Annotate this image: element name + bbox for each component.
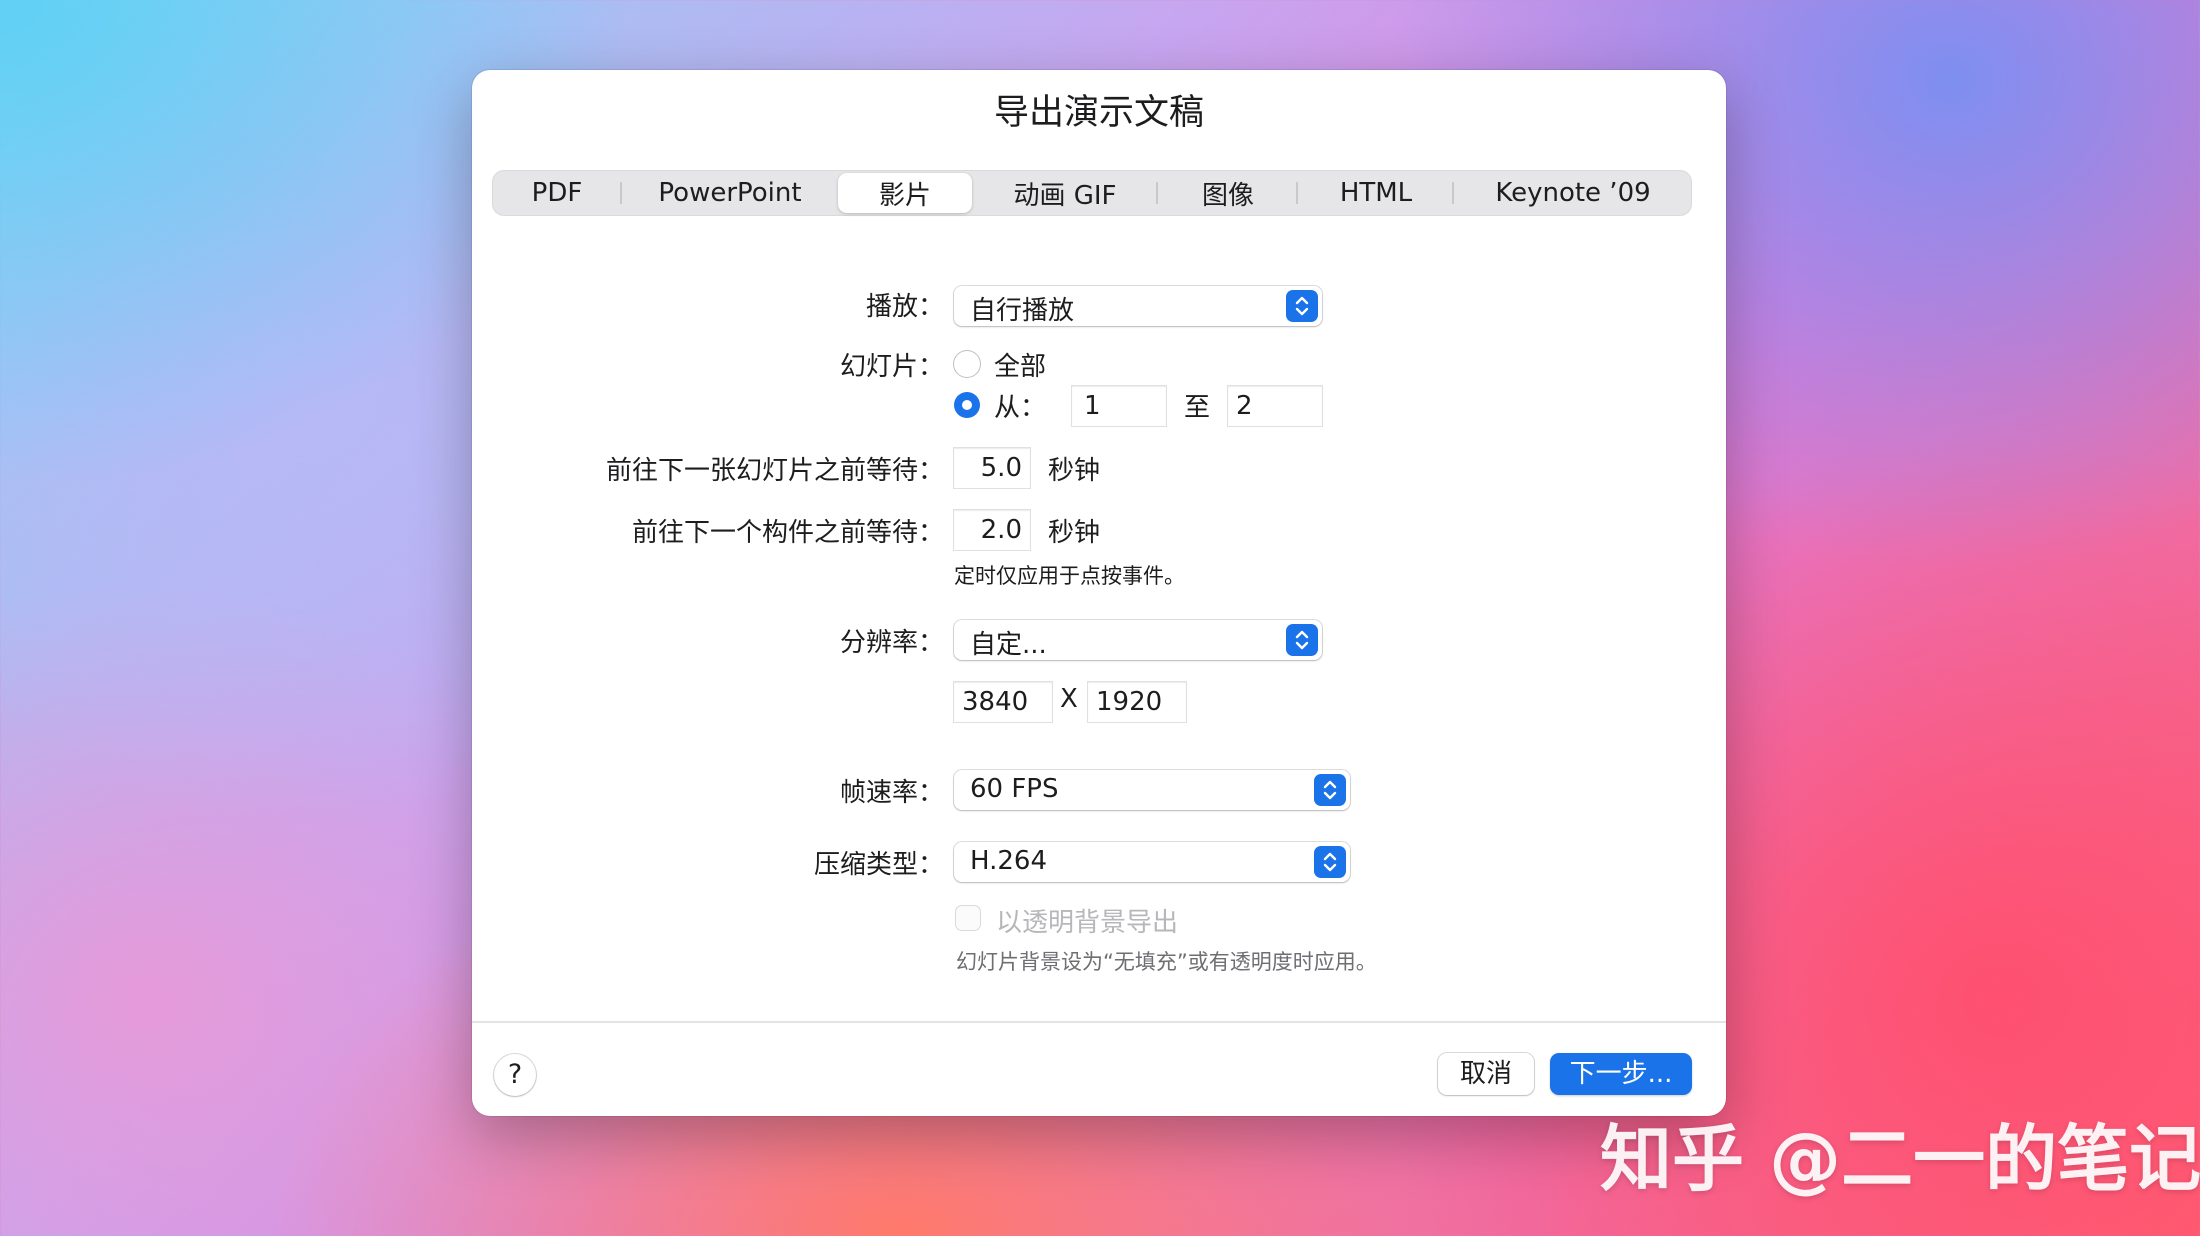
resolution-height-field[interactable]: 1920 (1088, 682, 1186, 722)
frame-rate-select[interactable]: 60 FPS (954, 770, 1350, 810)
tab-pdf[interactable]: PDF (492, 170, 622, 216)
updown-chevron-icon (1286, 624, 1318, 656)
tab-keynote-09[interactable]: Keynote ’09 (1454, 170, 1692, 216)
zhihu-watermark: 知乎 @二一的笔记 (1600, 1117, 2200, 1201)
updown-chevron-icon (1286, 290, 1318, 322)
resolution-value: 自定... (970, 630, 1047, 660)
slide-delay-label: 前往下一张幻灯片之前等待： (605, 456, 944, 486)
slide-delay-unit: 秒钟 (1048, 456, 1101, 486)
tab-label: PDF (531, 178, 583, 208)
tab-html[interactable]: HTML (1298, 170, 1454, 216)
tab-movie[interactable]: 影片 (838, 173, 972, 213)
build-delay-label: 前往下一个构件之前等待： (631, 518, 944, 548)
timing-note: 定时仅应用于点按事件。 (954, 564, 1185, 588)
cancel-button[interactable]: 取消 (1438, 1053, 1534, 1095)
compression-select[interactable]: H.264 (954, 842, 1350, 882)
tab-images[interactable]: 图像 (1158, 170, 1298, 216)
slides-label: 幻灯片： (839, 352, 944, 382)
footer-divider (472, 1021, 1726, 1023)
playback-value: 自行播放 (970, 296, 1075, 326)
to-label: 至 (1184, 393, 1211, 423)
playback-select[interactable]: 自行播放 (954, 286, 1322, 326)
updown-chevron-icon (1314, 846, 1346, 878)
export-dialog: 导出演示文稿 PDF PowerPoint 影片 动画 GIF 图像 HTML … (472, 70, 1726, 1116)
tab-label: HTML (1339, 178, 1413, 208)
build-delay-unit: 秒钟 (1048, 518, 1101, 548)
resolution-x-label: X (1060, 684, 1078, 714)
from-slide-field[interactable]: 1 (1072, 386, 1166, 426)
all-slides-label: 全部 (994, 352, 1047, 382)
tab-label: Keynote ’09 (1495, 178, 1651, 208)
from-label: 从： (994, 393, 1047, 423)
playback-label: 播放： (865, 292, 944, 322)
to-slide-field[interactable]: 2 (1228, 386, 1322, 426)
tab-powerpoint[interactable]: PowerPoint (622, 170, 838, 216)
dialog-title: 导出演示文稿 (993, 93, 1204, 133)
compression-value: H.264 (970, 846, 1047, 876)
help-button[interactable]: ? (494, 1054, 536, 1096)
tab-label: 动画 GIF (1013, 180, 1117, 211)
all-slides-radio[interactable] (954, 351, 980, 377)
tab-label: 图像 (1201, 180, 1254, 211)
transparent-background-label: 以透明背景导出 (996, 908, 1179, 938)
resolution-label: 分辨率： (839, 628, 944, 658)
from-slides-radio[interactable] (954, 392, 980, 418)
build-delay-field[interactable]: 2.0 (954, 510, 1030, 550)
updown-chevron-icon (1314, 774, 1346, 806)
transparent-note: 幻灯片背景设为“无填充”或有透明度时应用。 (956, 950, 1377, 974)
resolution-select[interactable]: 自定... (954, 620, 1322, 660)
transparent-background-checkbox[interactable] (956, 906, 980, 930)
compression-label: 压缩类型： (813, 850, 944, 880)
slide-delay-field[interactable]: 5.0 (954, 448, 1030, 488)
frame-rate-label: 帧速率： (839, 778, 944, 808)
tab-label: PowerPoint (658, 178, 802, 208)
frame-rate-value: 60 FPS (970, 774, 1059, 804)
format-tab-bar: PDF PowerPoint 影片 动画 GIF 图像 HTML Keynote… (492, 170, 1692, 216)
tab-animated-gif[interactable]: 动画 GIF (972, 170, 1158, 216)
resolution-width-field[interactable]: 3840 (954, 682, 1052, 722)
tab-label: 影片 (878, 180, 931, 211)
next-button[interactable]: 下一步... (1550, 1053, 1692, 1095)
